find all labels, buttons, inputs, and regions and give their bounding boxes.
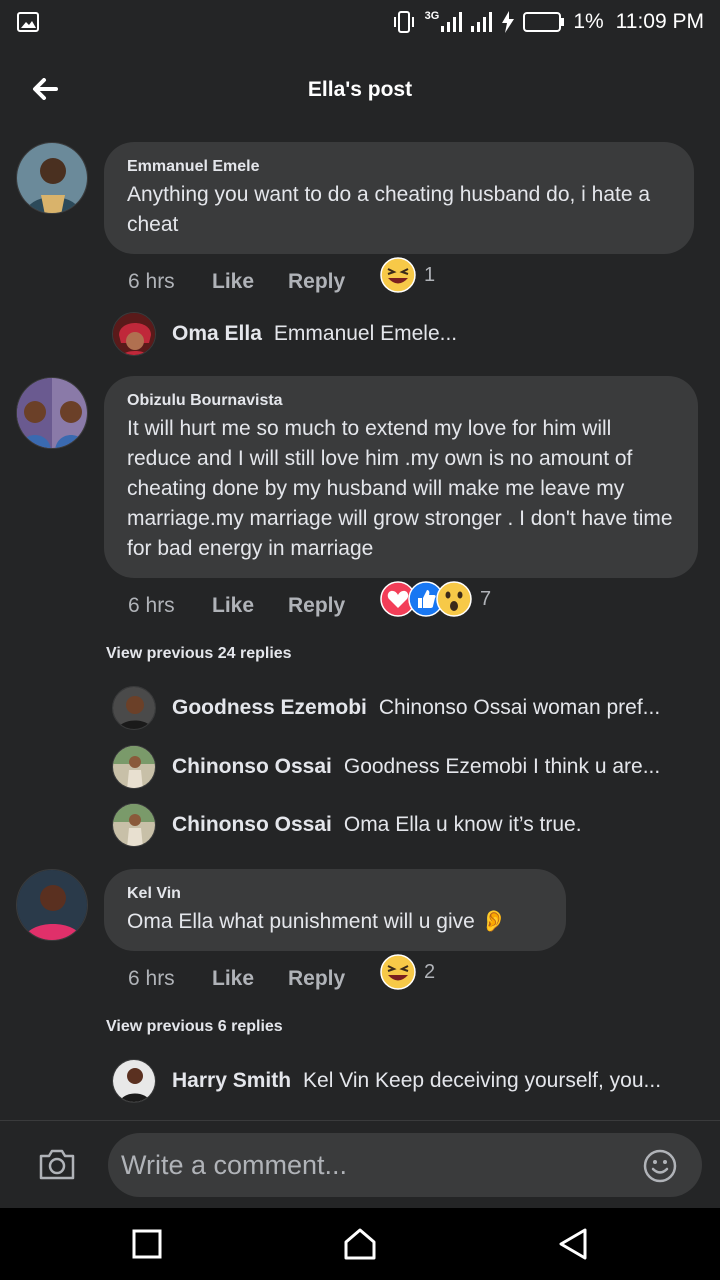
laughing-emoji-icon[interactable] xyxy=(380,954,416,990)
comment-time: 6 hrs xyxy=(128,594,175,617)
avatar[interactable] xyxy=(16,869,88,941)
avatar[interactable] xyxy=(112,745,156,789)
comment-author[interactable]: Kel Vin xyxy=(127,885,542,903)
clock: 11:09 PM xyxy=(615,10,704,33)
reply-text: Emmanuel Emele... xyxy=(273,322,458,345)
laughing-emoji-icon[interactable] xyxy=(380,257,416,293)
reaction-count[interactable]: 2 xyxy=(424,961,435,984)
avatar[interactable] xyxy=(16,377,88,449)
avatar[interactable] xyxy=(112,803,156,847)
battery-icon xyxy=(523,12,565,32)
reply-button[interactable]: Reply xyxy=(288,967,380,991)
avatar[interactable] xyxy=(112,1059,156,1103)
gallery-icon xyxy=(17,12,39,32)
back-button[interactable] xyxy=(28,72,62,106)
view-previous-replies[interactable]: View previous 24 replies xyxy=(106,645,292,663)
reply-text: Oma Ella u know it’s true. xyxy=(343,813,582,836)
comment-input[interactable] xyxy=(108,1133,702,1197)
comment-time: 6 hrs xyxy=(128,270,175,293)
comment-actions: 6 hrs Like Reply 7 xyxy=(128,581,491,620)
reply-button[interactable]: Reply xyxy=(288,270,380,294)
reply-preview[interactable]: Goodness Ezemobi Chinonso Ossai woman pr… xyxy=(112,686,692,730)
reply-preview[interactable]: Chinonso Ossai Oma Ella u know it’s true… xyxy=(112,803,692,847)
avatar[interactable] xyxy=(112,312,156,356)
comment-bubble[interactable]: Emmanuel Emele Anything you want to do a… xyxy=(104,142,694,254)
comment-time: 6 hrs xyxy=(128,967,175,990)
reply-preview[interactable]: Oma Ella Emmanuel Emele... xyxy=(112,312,692,356)
reply-author[interactable]: Goodness Ezemobi xyxy=(172,696,367,720)
avatar[interactable] xyxy=(16,142,88,214)
like-button[interactable]: Like xyxy=(212,594,288,618)
reply-author[interactable]: Chinonso Ossai xyxy=(172,813,332,837)
charging-icon xyxy=(502,11,515,33)
emoji-picker-icon[interactable] xyxy=(643,1149,677,1183)
battery-level: 1% xyxy=(573,10,604,33)
comment-bubble[interactable]: Obizulu Bournavista It will hurt me so m… xyxy=(104,376,698,578)
vibrate-icon xyxy=(393,11,414,33)
reply-author[interactable]: Chinonso Ossai xyxy=(172,755,332,779)
like-button[interactable]: Like xyxy=(212,967,288,991)
reply-preview[interactable]: Chinonso Ossai Goodness Ezemobi I think … xyxy=(112,745,692,789)
status-bar: 3G 1% 11:09 PM xyxy=(0,0,720,44)
reaction-icons[interactable] xyxy=(380,581,472,617)
network-type: 3G xyxy=(424,10,440,22)
header: Ella's post xyxy=(0,60,720,120)
recents-icon[interactable] xyxy=(129,1226,165,1262)
back-arrow-icon xyxy=(33,78,58,100)
reaction-count[interactable]: 7 xyxy=(480,588,491,611)
reply-author[interactable]: Oma Ella xyxy=(172,322,262,346)
comment-bubble[interactable]: Kel Vin Oma Ella what punishment will u … xyxy=(104,869,566,951)
comment-actions: 6 hrs Like Reply 2 xyxy=(128,954,435,993)
camera-icon[interactable] xyxy=(38,1147,76,1181)
reaction-count[interactable]: 1 xyxy=(424,264,435,287)
comment-author[interactable]: Obizulu Bournavista xyxy=(127,392,674,410)
signal-icon xyxy=(441,12,463,32)
reply-author[interactable]: Harry Smith xyxy=(172,1069,291,1093)
reply-button[interactable]: Reply xyxy=(288,594,380,618)
reply-text: Kel Vin Keep deceiving yourself, you... xyxy=(303,1069,662,1092)
back-nav-icon[interactable] xyxy=(555,1226,591,1262)
reply-text: Goodness Ezemobi I think u are... xyxy=(343,755,661,778)
reply-text: Chinonso Ossai woman pref... xyxy=(378,696,661,719)
wow-emoji-icon xyxy=(436,581,472,617)
comment-composer xyxy=(0,1120,720,1208)
home-icon[interactable] xyxy=(342,1226,378,1262)
avatar[interactable] xyxy=(112,686,156,730)
navigation-bar xyxy=(0,1208,720,1280)
comment-actions: 6 hrs Like Reply 1 xyxy=(128,257,435,296)
comment-author[interactable]: Emmanuel Emele xyxy=(127,158,670,176)
like-button[interactable]: Like xyxy=(212,270,288,294)
comment-text: It will hurt me so much to extend my lov… xyxy=(127,417,673,560)
page-title: Ella's post xyxy=(307,78,413,101)
signal-icon-2 xyxy=(471,12,493,32)
comment-text: Anything you want to do a cheating husba… xyxy=(127,183,651,236)
reply-preview[interactable]: Harry Smith Kel Vin Keep deceiving yours… xyxy=(112,1059,692,1103)
comment-text: Oma Ella what punishment will u give 👂 xyxy=(127,910,507,933)
view-previous-replies[interactable]: View previous 6 replies xyxy=(106,1018,283,1036)
